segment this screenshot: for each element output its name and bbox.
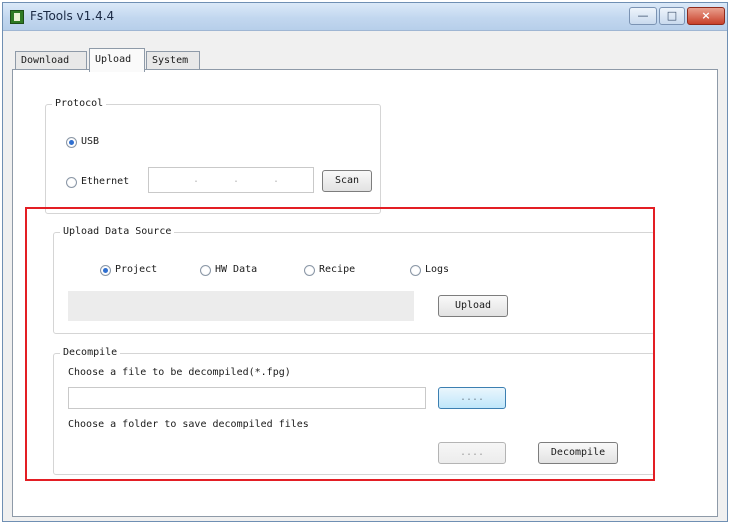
upload-data-source-title: Upload Data Source <box>60 225 175 239</box>
decompile-file-input[interactable] <box>68 387 426 409</box>
ip-separator: . <box>233 174 240 185</box>
radio-unchecked-icon <box>304 264 315 276</box>
usb-radio-label: USB <box>81 136 100 147</box>
tab-upload[interactable]: Upload <box>89 48 145 72</box>
browse-file-button[interactable]: .... <box>438 387 506 409</box>
ip-address-field[interactable]: . . . <box>148 167 314 193</box>
project-radio[interactable]: Project <box>100 263 157 277</box>
project-radio-label: Project <box>115 264 158 275</box>
decompile-group: Decompile Choose a file to be decompiled… <box>53 346 655 475</box>
decompile-folder-prompt: Choose a folder to save decompiled files <box>68 419 309 430</box>
radio-unchecked-icon <box>66 176 77 188</box>
upload-tab-panel: Protocol USB Ethernet . . . Scan Upload … <box>12 69 718 517</box>
usb-radio[interactable]: USB <box>66 135 99 149</box>
radio-checked-icon <box>100 264 111 276</box>
decompile-button[interactable]: Decompile <box>538 442 618 464</box>
radio-unchecked-icon <box>200 264 211 276</box>
protocol-group: Protocol USB Ethernet . . . Scan <box>45 97 381 214</box>
decompile-file-prompt: Choose a file to be decompiled(*.fpg) <box>68 367 291 378</box>
title-bar[interactable]: FsTools v1.4.4 — □ × <box>3 3 727 31</box>
browse-folder-button[interactable]: .... <box>438 442 506 464</box>
ip-separator: . <box>273 174 280 185</box>
recipe-radio[interactable]: Recipe <box>304 263 355 277</box>
radio-checked-icon <box>66 136 77 148</box>
hw-data-radio[interactable]: HW Data <box>200 263 257 277</box>
app-icon <box>10 10 24 24</box>
radio-unchecked-icon <box>410 264 421 276</box>
logs-radio-label: Logs <box>425 264 450 275</box>
maximize-button[interactable]: □ <box>659 7 685 25</box>
app-window: FsTools v1.4.4 — □ × Download Upload Sys… <box>2 2 728 522</box>
ip-separator: . <box>193 174 200 185</box>
ethernet-radio-label: Ethernet <box>81 176 130 187</box>
tab-system[interactable]: System <box>146 51 200 71</box>
protocol-group-title: Protocol <box>52 97 107 111</box>
window-title: FsTools v1.4.4 <box>30 9 115 23</box>
hw-data-radio-label: HW Data <box>215 264 258 275</box>
logs-radio[interactable]: Logs <box>410 263 449 277</box>
minimize-button[interactable]: — <box>629 7 657 25</box>
upload-path-display <box>68 291 414 321</box>
upload-button[interactable]: Upload <box>438 295 508 317</box>
close-button[interactable]: × <box>687 7 725 25</box>
recipe-radio-label: Recipe <box>319 264 356 275</box>
upload-data-source-group: Upload Data Source Project HW Data Recip… <box>53 225 655 334</box>
scan-button[interactable]: Scan <box>322 170 372 192</box>
tab-download[interactable]: Download <box>15 51 87 71</box>
ethernet-radio[interactable]: Ethernet <box>66 175 129 189</box>
decompile-group-title: Decompile <box>60 346 121 360</box>
